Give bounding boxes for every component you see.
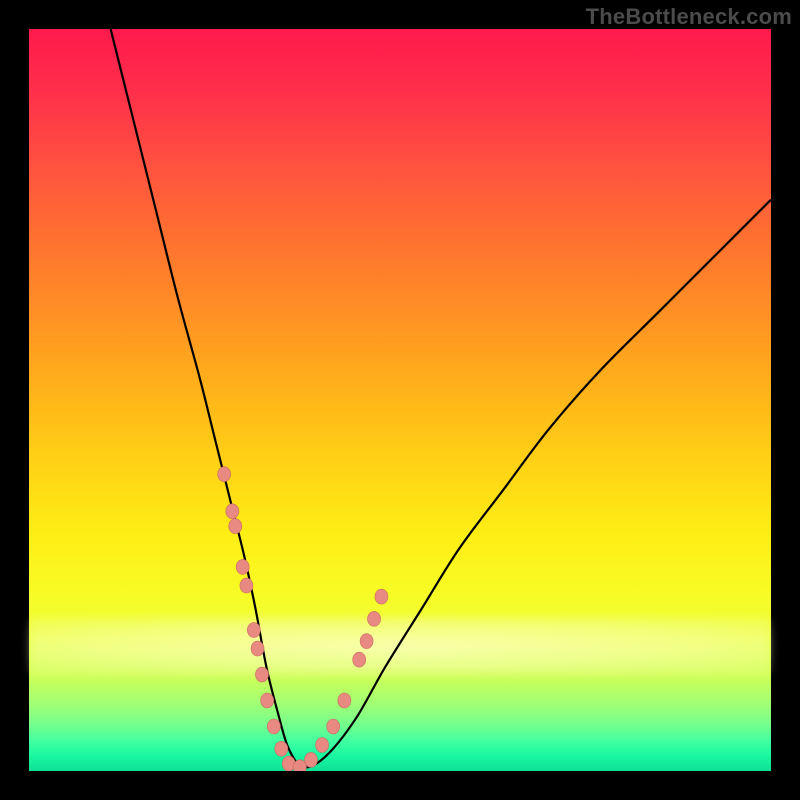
highlight-markers xyxy=(218,467,388,771)
marker-dot xyxy=(304,752,317,767)
marker-dot xyxy=(229,519,242,534)
marker-dot xyxy=(251,641,264,656)
marker-dot xyxy=(327,719,340,734)
marker-dot xyxy=(353,652,366,667)
marker-dot xyxy=(360,634,373,649)
marker-dot xyxy=(368,611,381,626)
marker-dot xyxy=(261,693,274,708)
marker-dot xyxy=(338,693,351,708)
marker-dot xyxy=(255,667,268,682)
marker-dot xyxy=(226,504,239,519)
marker-dot xyxy=(275,741,288,756)
marker-dot xyxy=(375,589,388,604)
chart-svg xyxy=(29,29,771,771)
bottleneck-curve xyxy=(111,29,771,767)
marker-dot xyxy=(316,738,329,753)
marker-dot xyxy=(240,578,253,593)
plot-area xyxy=(29,29,771,771)
marker-dot xyxy=(247,623,260,638)
marker-dot xyxy=(236,559,249,574)
marker-dot xyxy=(267,719,280,734)
marker-dot xyxy=(218,467,231,482)
chart-frame: TheBottleneck.com xyxy=(0,0,800,800)
watermark-text: TheBottleneck.com xyxy=(586,4,792,30)
